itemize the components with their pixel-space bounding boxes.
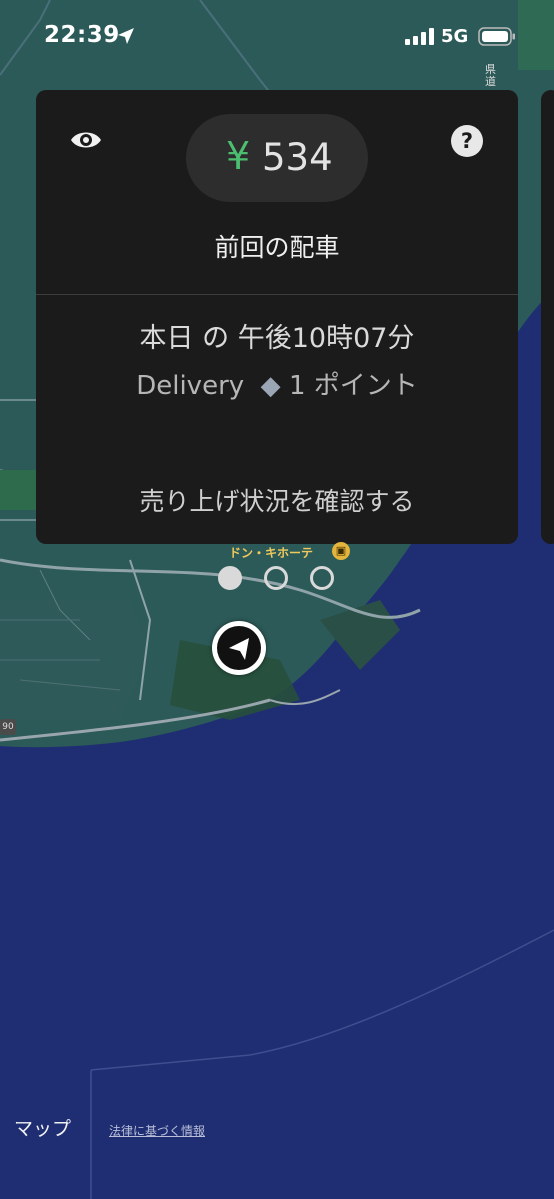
next-card-peek[interactable] xyxy=(541,90,554,544)
page-dot-3[interactable] xyxy=(310,566,334,590)
trip-time: 本日 の 午後10時07分 xyxy=(139,323,415,354)
earnings-amount-pill[interactable]: ¥ 534 xyxy=(186,114,368,202)
trip-detail: Delivery ◆ 1 ポイント xyxy=(36,365,518,402)
view-earnings-link[interactable]: 売り上げ状況を確認する xyxy=(36,482,518,518)
trip-points: 1 ポイント xyxy=(288,371,418,401)
trip-type: Delivery xyxy=(136,371,245,401)
section-title: 前回の配車 xyxy=(214,233,340,262)
status-bar: 22:39 5G xyxy=(0,0,554,74)
earnings-amount: 534 xyxy=(262,136,333,179)
currency-symbol: ¥ xyxy=(226,134,251,178)
help-icon[interactable]: ? xyxy=(451,125,483,157)
store-label[interactable]: ドン・キホーテ xyxy=(229,544,313,561)
last-trip-card[interactable]: ? ¥ 534 前回の配車 本日 の 午後10時07分 Delivery ◆ 1… xyxy=(36,90,518,544)
apple-maps-label: マップ xyxy=(14,1118,72,1140)
navigation-location-puck[interactable] xyxy=(212,621,266,675)
shopping-bag-icon[interactable]: ▣ xyxy=(332,542,350,560)
battery-icon xyxy=(478,27,515,46)
eye-icon[interactable] xyxy=(69,128,103,152)
card-divider xyxy=(36,294,518,295)
page-dot-1[interactable] xyxy=(218,566,242,590)
diamond-icon: ◆ xyxy=(252,371,281,401)
signal-icon xyxy=(405,28,434,45)
page-indicator[interactable] xyxy=(218,566,338,592)
status-time: 22:39 xyxy=(44,22,120,48)
page-dot-2[interactable] xyxy=(264,566,288,590)
navigation-arrow-icon xyxy=(229,638,249,660)
network-type: 5G xyxy=(441,26,469,47)
legal-info-link[interactable]: 法律に基づく情報 xyxy=(109,1122,205,1139)
apple-maps-attribution: マップ xyxy=(14,1114,71,1141)
road-label: 県道 xyxy=(485,63,496,88)
location-arrow-icon xyxy=(118,28,134,44)
route-number-badge: 90 xyxy=(0,719,16,735)
